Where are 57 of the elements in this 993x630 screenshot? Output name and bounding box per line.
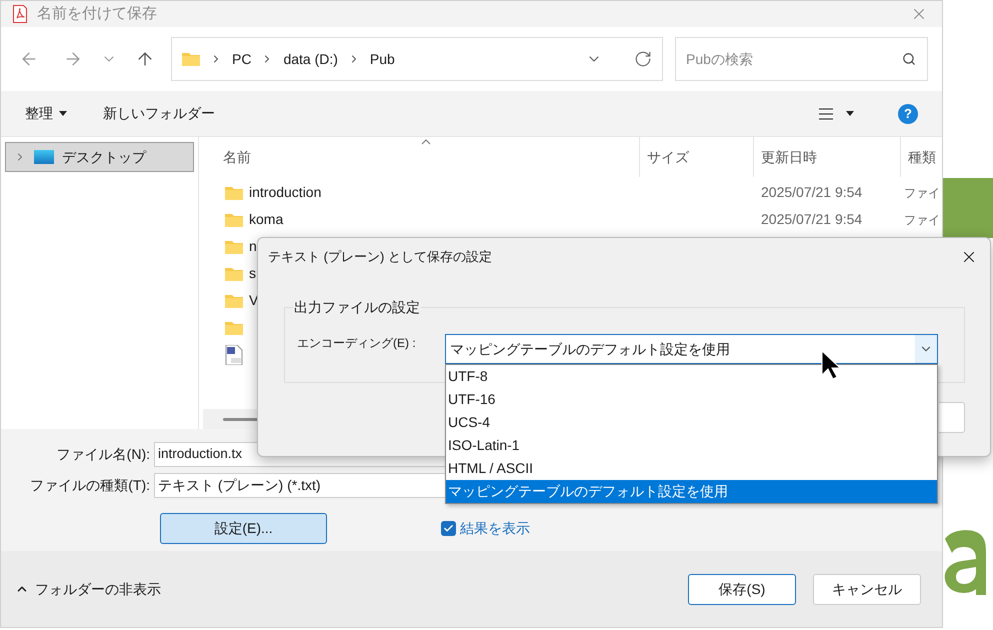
- search-field[interactable]: Pubの検索: [675, 37, 928, 81]
- file-name[interactable]: n: [249, 236, 257, 257]
- folder-icon: [225, 186, 243, 200]
- dropdown-option[interactable]: UTF-8: [446, 365, 937, 388]
- column-header[interactable]: 名前: [199, 146, 639, 168]
- file-type: ファイ: [904, 184, 940, 202]
- save-button[interactable]: 保存(S): [688, 574, 796, 604]
- folder-icon: [225, 240, 243, 254]
- view-dropdown-icon[interactable]: [846, 111, 854, 116]
- folder-icon: [225, 212, 243, 226]
- field-label: ファイル名(N):: [56, 445, 151, 464]
- folder-icon: [225, 320, 243, 334]
- dropdown-option[interactable]: マッピングテーブルのデフォルト設定を使用: [446, 480, 937, 503]
- file-type: ファイ: [904, 212, 940, 228]
- organize-menu[interactable]: 整理: [25, 103, 67, 124]
- column-header[interactable]: 更新日時: [753, 137, 900, 177]
- address-bar[interactable]: PC data (D:) Pub: [171, 37, 663, 81]
- refresh-icon[interactable]: [634, 50, 652, 68]
- folder-icon: [225, 294, 243, 308]
- pdf-icon: [13, 5, 27, 23]
- breadcrumb[interactable]: data (D:): [283, 48, 338, 70]
- modified-date: 2025/07/21 9:54: [760, 210, 864, 229]
- breadcrumb[interactable]: PC: [232, 48, 252, 70]
- desktop-icon: [34, 150, 54, 164]
- help-icon[interactable]: ?: [898, 104, 918, 124]
- dropdown-option[interactable]: ISO-Latin-1: [446, 434, 937, 457]
- search-icon: [902, 52, 916, 66]
- checkbox[interactable]: [441, 521, 456, 536]
- background-panel: [943, 178, 993, 238]
- check-icon: [443, 523, 454, 534]
- encoding-label: エンコーディング(E) :: [297, 335, 416, 352]
- modified-date: 2025/07/21 9:54: [760, 183, 864, 202]
- field-label: ファイルの種類(T):: [29, 476, 151, 495]
- folder-icon: [225, 266, 243, 280]
- file-name[interactable]: s: [249, 263, 256, 284]
- column-header[interactable]: 種類: [900, 137, 942, 177]
- window-title: 名前を付けて保存: [37, 4, 157, 24]
- hide-folders-toggle[interactable]: フォルダーの非表示: [15, 578, 161, 600]
- dropdown-option[interactable]: HTML / ASCII: [446, 457, 937, 480]
- folder-icon: [182, 52, 200, 66]
- new-folder-button[interactable]: 新しいフォルダー: [103, 103, 215, 124]
- dialog-title: テキスト (プレーン) として保存の設定: [268, 248, 492, 266]
- text-file-icon: [225, 344, 243, 364]
- settings-button[interactable]: 設定(E)...: [160, 513, 327, 544]
- breadcrumb[interactable]: Pub: [370, 48, 395, 70]
- cancel-button[interactable]: キャンセル: [813, 574, 921, 604]
- encoding-dropdown[interactable]: マッピングテーブルのデフォルト設定を使用: [445, 334, 938, 364]
- dropdown-caret-icon: [59, 111, 67, 116]
- file-name[interactable]: introduction: [249, 182, 322, 203]
- view-menu-icon[interactable]: [818, 108, 834, 120]
- dropdown-option[interactable]: UTF-16: [446, 388, 937, 411]
- column-header[interactable]: サイズ: [639, 137, 753, 177]
- sidebar-item[interactable]: デスクトップ: [5, 142, 194, 172]
- checkbox-label[interactable]: 結果を表示: [460, 518, 530, 539]
- file-name[interactable]: koma: [249, 209, 284, 230]
- sort-caret-icon: [421, 139, 431, 145]
- dropdown-option[interactable]: UCS-4: [446, 411, 937, 434]
